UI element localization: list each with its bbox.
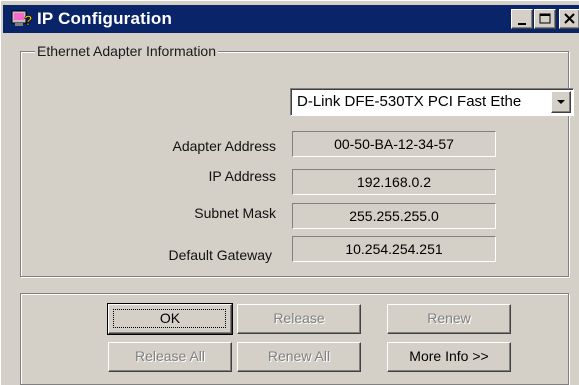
adapter-address-value: 00-50-BA-12-34-57 xyxy=(292,131,496,157)
title-bar[interactable]: ? IP Configuration xyxy=(3,5,579,33)
chevron-down-icon xyxy=(557,100,565,104)
adapter-select-value: D-Link DFE-530TX PCI Fast Ethe xyxy=(297,93,522,110)
default-gateway-value: 10.254.254.251 xyxy=(292,236,496,262)
release-all-button[interactable]: Release All xyxy=(108,342,232,372)
adapter-address-label: Adapter Address xyxy=(172,138,276,154)
minimize-button[interactable] xyxy=(511,9,533,29)
ok-button[interactable]: OK xyxy=(107,303,233,335)
ip-address-label: IP Address xyxy=(208,168,276,184)
close-icon xyxy=(564,13,575,24)
release-button-label: Release xyxy=(273,310,325,326)
close-button[interactable] xyxy=(559,9,579,29)
release-button[interactable]: Release xyxy=(237,304,361,334)
subnet-mask-value: 255.255.255.0 xyxy=(292,203,496,229)
ip-config-app-icon: ? xyxy=(11,10,33,28)
ip-configuration-window: ? IP Configuration Ethernet Adapter Info… xyxy=(0,0,579,385)
renew-button[interactable]: Renew xyxy=(387,304,511,334)
release-all-button-label: Release All xyxy=(134,348,206,364)
adapter-info-legend: Ethernet Adapter Information xyxy=(35,43,218,59)
window-title: IP Configuration xyxy=(37,9,173,28)
maximize-icon xyxy=(539,13,551,24)
renew-all-button[interactable]: Renew All xyxy=(237,342,361,372)
maximize-button[interactable] xyxy=(534,9,556,29)
svg-text:?: ? xyxy=(24,12,33,28)
ip-address-value: 192.168.0.2 xyxy=(292,169,496,195)
default-gateway-label: Default Gateway xyxy=(168,247,273,263)
ok-button-label: OK xyxy=(159,310,181,326)
more-info-button[interactable]: More Info >> xyxy=(387,342,511,372)
renew-button-label: Renew xyxy=(427,310,471,326)
adapter-select-dropdown-button[interactable] xyxy=(551,91,571,113)
subnet-mask-label: Subnet Mask xyxy=(194,205,276,221)
renew-all-button-label: Renew All xyxy=(267,348,331,364)
more-info-button-label: More Info >> xyxy=(409,348,489,364)
adapter-select[interactable]: D-Link DFE-530TX PCI Fast Ethe xyxy=(290,88,574,116)
minimize-icon xyxy=(518,23,526,25)
